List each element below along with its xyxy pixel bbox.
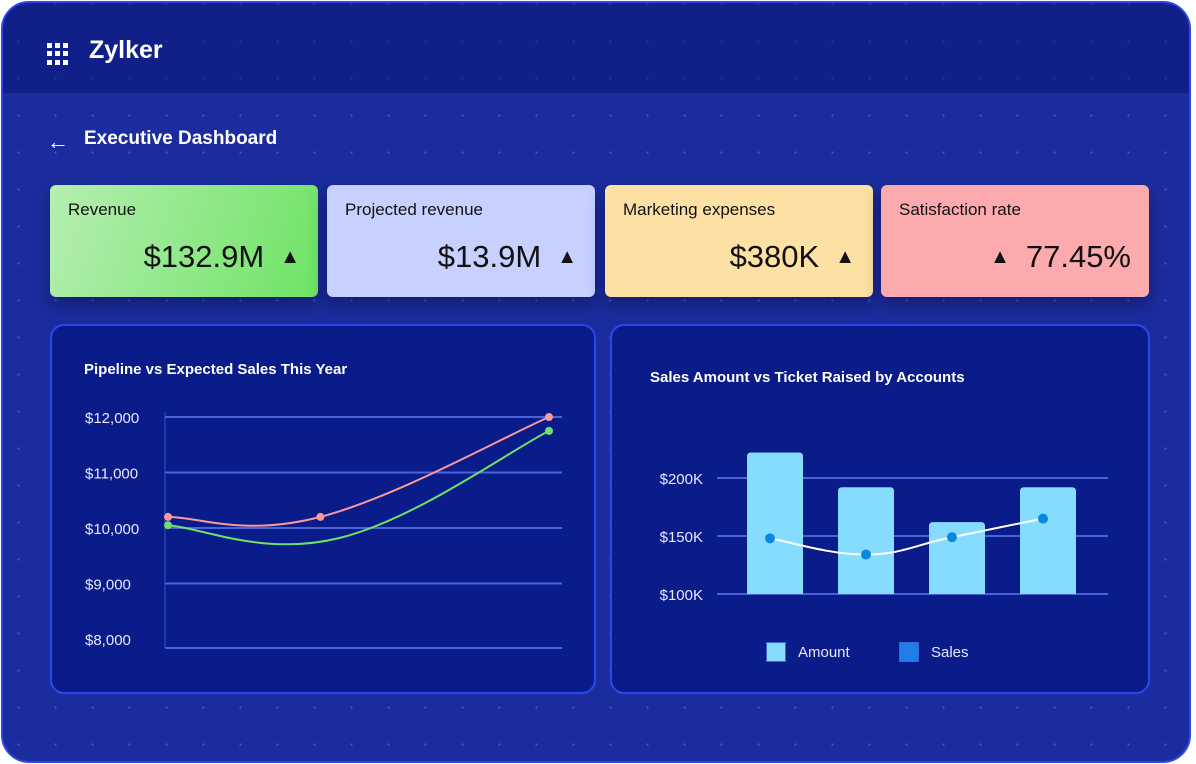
y-tick-label: $200K	[660, 471, 703, 488]
grid-icon[interactable]	[47, 43, 69, 65]
data-point	[1038, 513, 1048, 524]
legend-swatch	[766, 642, 786, 662]
kpi-card-satisfaction-rate[interactable]: Satisfaction rate ▲ 77.45%	[881, 185, 1149, 297]
trend-up-icon: ▲	[557, 245, 577, 268]
sales-chart-card: Sales Amount vs Ticket Raised by Account…	[610, 324, 1150, 694]
data-point	[947, 532, 957, 543]
kpi-card-projected-revenue[interactable]: Projected revenue $13.9M ▲	[327, 185, 595, 297]
legend-item-amount[interactable]: Amount	[766, 642, 850, 662]
kpi-label: Revenue	[68, 200, 137, 219]
kpi-value: $132.9M	[143, 239, 265, 274]
y-tick-label: $12,000	[85, 410, 139, 427]
bar	[838, 487, 894, 594]
trend-up-icon: ▲	[990, 245, 1010, 268]
data-point	[545, 426, 553, 435]
kpi-value: 77.45%	[1025, 239, 1131, 274]
y-tick-label: $10,000	[85, 521, 139, 538]
bar	[1020, 487, 1076, 594]
data-point	[545, 413, 553, 421]
y-tick-label: $11,000	[85, 466, 138, 483]
trend-up-icon: ▲	[280, 245, 300, 268]
kpi-value-row: $380K ▲	[730, 239, 855, 275]
trend-up-icon: ▲	[835, 245, 855, 268]
kpi-value: $13.9M	[437, 239, 542, 274]
data-point	[861, 549, 871, 560]
arrow-left-icon[interactable]: ←	[47, 129, 69, 155]
data-point	[164, 521, 172, 530]
y-tick-label: $9,000	[85, 577, 131, 594]
data-point	[765, 533, 775, 544]
brand-name: Zylker	[89, 36, 163, 64]
legend-item-sales[interactable]: Sales	[899, 642, 969, 662]
y-tick-label: $150K	[660, 529, 703, 546]
top-bar: Zylker	[3, 3, 1189, 93]
kpi-card-revenue[interactable]: Revenue $132.9M ▲	[50, 185, 318, 297]
kpi-label: Projected revenue	[345, 200, 483, 219]
kpi-card-marketing-expenses[interactable]: Marketing expenses $380K ▲	[605, 185, 873, 297]
page-title: Executive Dashboard	[84, 128, 278, 149]
bar	[747, 452, 803, 594]
y-tick-label: $100K	[660, 587, 703, 604]
kpi-value-row: ▲ 77.45%	[990, 239, 1131, 275]
data-point	[316, 512, 325, 521]
y-tick-label: $8,000	[85, 632, 131, 649]
kpi-value: $380K	[729, 239, 820, 274]
kpi-label: Marketing expenses	[623, 200, 776, 219]
kpi-label: Satisfaction rate	[899, 200, 1021, 219]
sales-bar-chart: $200K $150K $100K	[660, 452, 1108, 604]
legend-swatch	[899, 642, 919, 662]
pipeline-chart-card: Pipeline vs Expected Sales This Year $12…	[50, 324, 596, 694]
data-point	[164, 512, 172, 521]
kpi-value-row: $132.9M ▲	[144, 239, 300, 275]
app-window: Zylker ← Executive Dashboard Revenue $132…	[1, 1, 1191, 763]
legend-label: Amount	[798, 643, 850, 661]
legend-label: Sales	[931, 643, 969, 661]
pipeline-line-chart: $12,000 $11,000 $10,000 $9,000 $8,000	[85, 410, 562, 649]
series-line	[167, 416, 550, 527]
kpi-value-row: $13.9M ▲	[438, 239, 577, 275]
